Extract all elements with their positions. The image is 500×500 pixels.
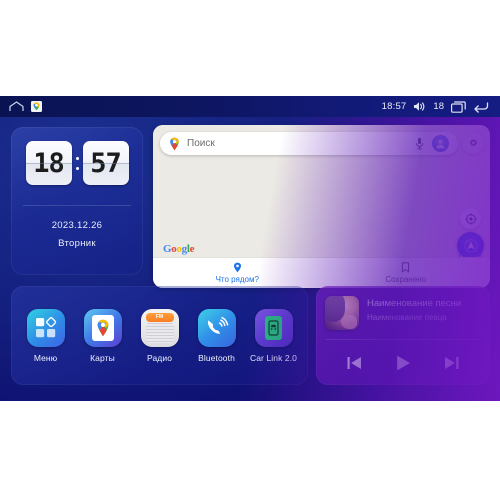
- clock-colon: [75, 156, 79, 170]
- recent-apps-icon[interactable]: [451, 100, 466, 113]
- flip-clock: 18 57: [23, 141, 131, 185]
- map-search-bar[interactable]: Поиск: [160, 132, 458, 155]
- map-tab-nearby[interactable]: Что рядом?: [153, 258, 322, 288]
- status-bar-clock: 18:57: [381, 101, 407, 112]
- app-car-link[interactable]: Car Link 2.0: [248, 308, 300, 363]
- map-bottom-tabs: Что рядом? Сохранено: [153, 257, 490, 288]
- app-bluetooth-label: Bluetooth: [198, 352, 235, 363]
- clock-hours: 18: [25, 141, 72, 185]
- gear-icon: [468, 138, 479, 149]
- app-bluetooth[interactable]: Bluetooth: [191, 308, 243, 363]
- radio-band-badge: FM: [145, 312, 174, 322]
- microphone-icon[interactable]: [415, 137, 424, 150]
- location-pin-icon: [233, 262, 242, 273]
- status-bar: 18:57 18: [0, 96, 500, 117]
- apps-grid-icon: [26, 308, 65, 347]
- skip-previous-icon[interactable]: [346, 355, 363, 371]
- google-maps-icon: [83, 308, 122, 347]
- app-maps-label: Карты: [90, 352, 115, 363]
- status-bar-left: [0, 101, 42, 112]
- app-menu[interactable]: Меню: [20, 308, 72, 363]
- compass-icon: [464, 212, 477, 225]
- app-radio[interactable]: FM Радио: [134, 308, 186, 363]
- back-arrow-icon[interactable]: [473, 101, 489, 113]
- play-icon[interactable]: [394, 354, 412, 372]
- album-art: [325, 296, 359, 330]
- google-maps-pin-icon: [169, 137, 180, 151]
- app-radio-label: Радио: [146, 352, 173, 363]
- app-maps[interactable]: Карты: [77, 308, 129, 363]
- maps-glyph: [91, 314, 114, 341]
- clock-weekday: Вторник: [58, 238, 96, 249]
- navigation-arrow-icon: [463, 238, 478, 253]
- music-artist: Наименование певца: [367, 313, 447, 322]
- volume-level: 18: [433, 101, 444, 112]
- google-maps-pin-icon[interactable]: [31, 101, 42, 112]
- google-maps-widget[interactable]: Поиск Google Что рядом? Сохранено: [153, 125, 490, 288]
- bluetooth-phone-icon: [197, 308, 236, 347]
- map-tab-saved[interactable]: Сохранено: [322, 258, 491, 288]
- account-avatar-icon[interactable]: [432, 135, 449, 152]
- music-controls: [316, 346, 490, 380]
- home-outline-icon[interactable]: [9, 101, 24, 112]
- radio-icon: FM: [140, 308, 179, 347]
- clock-minutes: 57: [82, 141, 129, 185]
- map-search-placeholder: Поиск: [187, 138, 215, 149]
- bookmark-icon: [401, 262, 410, 273]
- radio-speaker-grill: [145, 322, 174, 343]
- google-attribution-logo: Google: [163, 243, 195, 255]
- music-title: Наименование песни: [367, 298, 462, 309]
- app-menu-label: Меню: [33, 352, 58, 363]
- map-tab-saved-label: Сохранено: [385, 275, 427, 284]
- skip-next-icon[interactable]: [443, 355, 460, 371]
- music-divider: [326, 339, 480, 340]
- apps-dock: Меню Карты FM Радио Bluetooth Car Link 2…: [11, 286, 308, 385]
- map-compass-button[interactable]: [460, 208, 481, 229]
- carlink-phone-glyph: [265, 315, 282, 340]
- clock-date: 2023.12.26: [51, 220, 103, 231]
- clock-divider: [23, 205, 131, 206]
- app-car-link-label: Car Link 2.0: [249, 352, 298, 363]
- clock-widget[interactable]: 18 57 2023.12.26 Вторник: [11, 127, 143, 275]
- car-link-icon: [254, 308, 293, 347]
- map-tab-nearby-label: Что рядом?: [215, 275, 259, 284]
- status-bar-right: 18:57 18: [381, 100, 500, 113]
- map-settings-button[interactable]: [462, 132, 484, 154]
- volume-icon[interactable]: [413, 101, 426, 112]
- google-letter-e: e: [189, 243, 195, 255]
- car-head-unit-screen: 18:57 18 18 57 2023.12.26 Вторник Поиск …: [0, 96, 500, 401]
- music-player-widget[interactable]: Наименование песни Наименование певца: [316, 286, 490, 385]
